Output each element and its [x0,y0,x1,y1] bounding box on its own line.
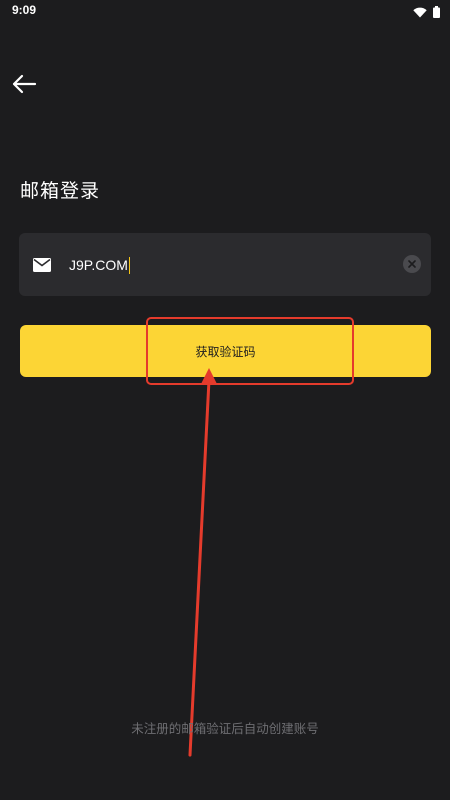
email-value: J9P.COM [69,257,128,273]
mail-icon [33,257,51,276]
arrow-left-icon [11,74,37,98]
wifi-icon [413,3,427,22]
status-time: 9:09 [12,3,37,17]
email-field[interactable]: J9P.COM [19,233,431,296]
clear-icon[interactable] [403,255,421,273]
email-input[interactable]: J9P.COM [69,251,389,279]
footer-note: 未注册的邮箱验证后自动创建账号 [131,721,319,736]
back-button[interactable] [8,72,40,100]
page-title: 邮箱登录 [20,180,101,202]
get-verification-code-label: 获取验证码 [195,344,256,359]
status-bar: 9:09 [0,0,450,22]
battery-icon [433,3,440,22]
annotation-arrow [188,368,217,757]
status-icons [413,3,440,22]
get-verification-code-button[interactable]: 获取验证码 [20,325,431,377]
text-caret [128,256,131,274]
